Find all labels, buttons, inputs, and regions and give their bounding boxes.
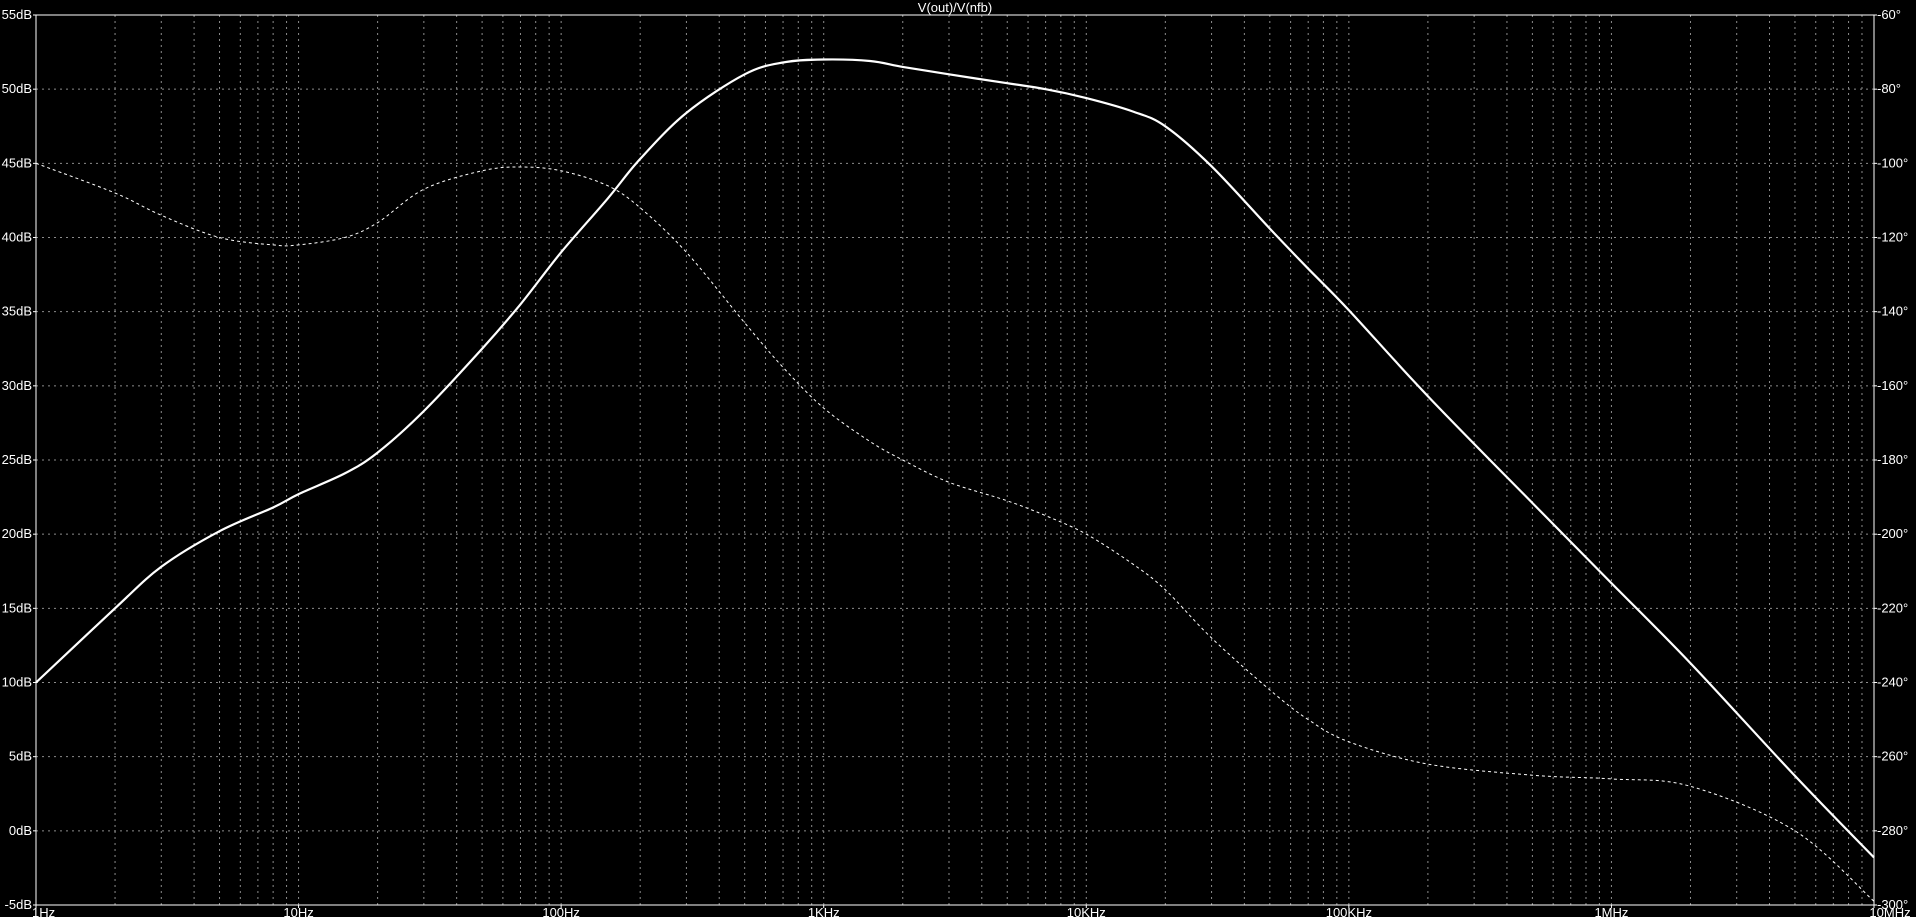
right-y-tick-label: -120° xyxy=(1877,230,1908,245)
left-y-tick-label: 15dB xyxy=(2,600,32,615)
x-tick-label: 1Hz xyxy=(32,905,55,917)
left-y-tick-label: 45dB xyxy=(2,155,32,170)
right-y-tick-label: -180° xyxy=(1877,452,1908,467)
left-y-tick-label: 40dB xyxy=(2,230,32,245)
right-y-tick-label: -80° xyxy=(1877,81,1901,96)
left-y-tick-label: 50dB xyxy=(2,81,32,96)
right-y-tick-label: -100° xyxy=(1877,155,1908,170)
left-y-tick-label: 55dB xyxy=(2,7,32,22)
right-y-tick-label: -280° xyxy=(1877,823,1908,838)
left-y-tick-label: 20dB xyxy=(2,526,32,541)
left-y-tick-label: 25dB xyxy=(2,452,32,467)
chart-title: V(out)/V(nfb) xyxy=(918,0,992,15)
left-y-tick-label: 30dB xyxy=(2,378,32,393)
right-y-tick-label: -160° xyxy=(1877,378,1908,393)
left-y-tick-label: 0dB xyxy=(9,823,32,838)
right-y-tick-label: -260° xyxy=(1877,749,1908,764)
right-y-tick-label: -240° xyxy=(1877,675,1908,690)
right-y-tick-label: -220° xyxy=(1877,600,1908,615)
left-y-tick-label: -5dB xyxy=(5,897,32,912)
bode-plot: V(out)/V(nfb) 1Hz 10Hz 100Hz 1KHz 10KHz 100KH… xyxy=(0,0,1916,917)
left-y-tick-label: 10dB xyxy=(2,675,32,690)
left-y-tick-label: 35dB xyxy=(2,304,32,319)
right-y-tick-label: -200° xyxy=(1877,526,1908,541)
right-y-tick-label: -140° xyxy=(1877,304,1908,319)
right-y-tick-label: -300° xyxy=(1877,897,1908,912)
left-y-tick-label: 5dB xyxy=(9,749,32,764)
right-y-tick-label: -60° xyxy=(1877,7,1901,22)
